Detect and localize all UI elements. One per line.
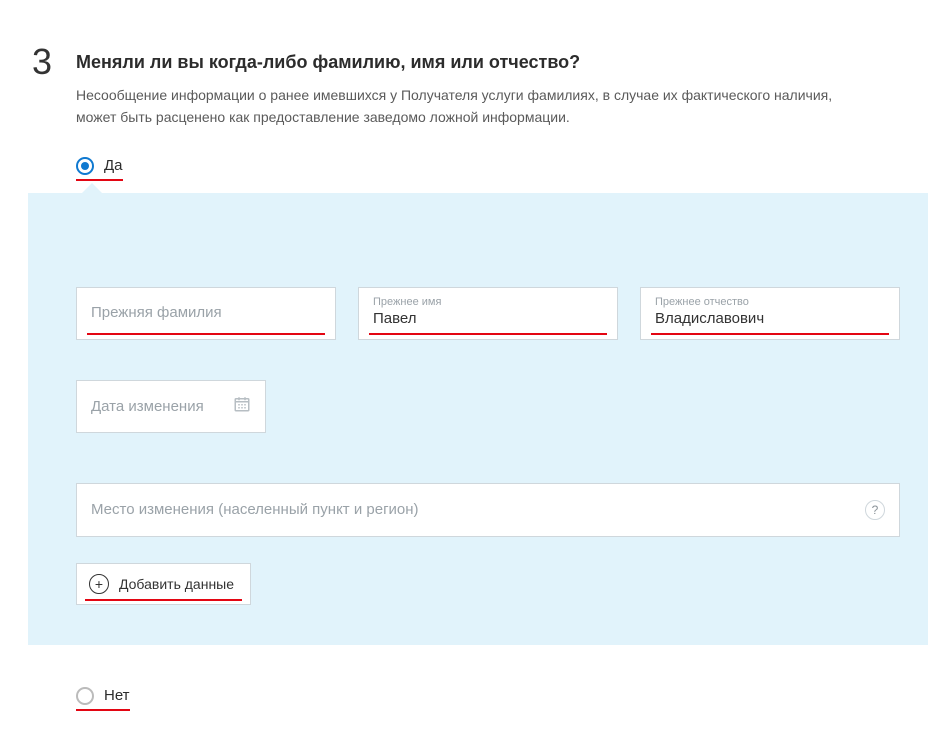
- prev-patronymic-value: Владиславович: [655, 310, 764, 327]
- radio-yes-label: Да: [104, 157, 123, 174]
- question-title: Меняли ли вы когда-либо фамилию, имя или…: [76, 50, 918, 75]
- change-date-field[interactable]: Дата изменения: [76, 380, 266, 433]
- radio-option-no[interactable]: Нет: [76, 687, 130, 711]
- radio-no-label: Нет: [104, 687, 130, 704]
- add-data-label: Добавить данные: [119, 576, 234, 592]
- prev-patronymic-label: Прежнее отчество: [655, 296, 885, 308]
- radio-option-yes[interactable]: Да: [76, 157, 123, 181]
- prev-name-field[interactable]: Прежнее имя Павел: [358, 287, 618, 340]
- plus-icon: +: [89, 574, 109, 594]
- change-place-placeholder: Место изменения (населенный пункт и реги…: [91, 501, 419, 518]
- prev-surname-field[interactable]: Прежняя фамилия: [76, 287, 336, 340]
- prev-patronymic-field[interactable]: Прежнее отчество Владиславович: [640, 287, 900, 340]
- previous-name-panel: Прежняя фамилия Прежнее имя Павел Прежне…: [28, 193, 928, 645]
- prev-surname-placeholder: Прежняя фамилия: [91, 296, 321, 329]
- prev-name-label: Прежнее имя: [373, 296, 603, 308]
- radio-checked-icon: [76, 157, 94, 175]
- prev-name-value: Павел: [373, 310, 417, 327]
- change-date-placeholder: Дата изменения: [91, 398, 204, 415]
- step-number: 3: [32, 44, 58, 80]
- add-data-button[interactable]: + Добавить данные: [76, 563, 251, 605]
- change-place-field[interactable]: Место изменения (населенный пункт и реги…: [76, 483, 900, 537]
- calendar-icon: [233, 395, 251, 418]
- question-description: Несообщение информации о ранее имевшихся…: [76, 85, 836, 128]
- radio-unchecked-icon: [76, 687, 94, 705]
- help-icon[interactable]: ?: [865, 500, 885, 520]
